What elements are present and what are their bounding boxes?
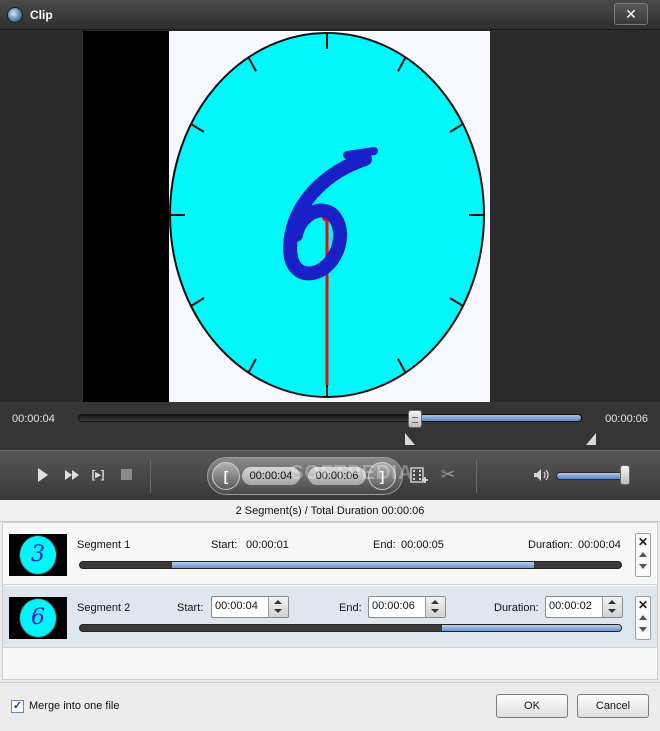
segment-name: Segment 2 (77, 602, 131, 614)
video-preview (83, 31, 490, 402)
new-clip-icon[interactable] (410, 466, 428, 484)
move-down-icon[interactable] (639, 627, 647, 632)
start-marker-handle[interactable] (405, 433, 415, 445)
start-value: 00:00:01 (246, 539, 289, 551)
dialog-footer: ✓ Merge into one file OK Cancel (0, 682, 660, 731)
divider (476, 459, 477, 493)
end-marker-handle[interactable] (586, 433, 596, 445)
segments-summary: 2 Segment(s) / Total Duration 00:00:06 (0, 500, 660, 522)
delete-segment-icon[interactable]: ✕ (636, 599, 650, 611)
timeline-bar: 00:00:04 00:00:06 (0, 402, 660, 450)
start-time-spinner[interactable]: 00:00:04 (211, 596, 289, 618)
seek-thumb[interactable] (408, 410, 422, 428)
move-up-icon[interactable] (639, 615, 647, 620)
window-title: Clip (30, 8, 53, 22)
end-label: End: (339, 602, 362, 614)
video-frame (169, 31, 490, 402)
spinner-arrows[interactable] (425, 597, 445, 617)
cancel-button[interactable]: Cancel (577, 694, 649, 718)
row-tools: ✕ (635, 533, 651, 577)
segment-row[interactable]: 6 Segment 2 Start: 00:00:04 End: 00:00:0… (3, 586, 657, 648)
end-time-spinner[interactable]: 00:00:06 (368, 596, 446, 618)
start-label: Start: (177, 602, 204, 614)
spinner-arrows[interactable] (268, 597, 288, 617)
next-frame-button[interactable]: [▸] (89, 466, 107, 484)
move-up-icon[interactable] (639, 552, 647, 557)
fast-forward-button[interactable] (62, 467, 82, 483)
duration-value: 00:00:04 (578, 539, 621, 551)
playback-controls: [▸] [ 00:00:04 00:00:06 ] SOFTPEDIA ✂ (0, 450, 660, 500)
play-button[interactable] (34, 467, 50, 483)
duration-label: Duration: (528, 539, 573, 551)
merge-checkbox[interactable]: ✓ (11, 700, 24, 713)
duration-spinner[interactable]: 00:00:02 (545, 596, 623, 618)
segment-name: Segment 1 (77, 539, 131, 551)
scissors-icon[interactable]: ✂ (437, 465, 459, 485)
selected-range-fill (417, 415, 581, 421)
segment-thumbnail: 3 (9, 534, 67, 576)
duration-label: Duration: (494, 602, 539, 614)
ok-button[interactable]: OK (496, 694, 568, 718)
segment-range-bar (79, 624, 622, 632)
volume-icon[interactable] (533, 467, 549, 483)
close-window-button[interactable]: ✕ (614, 3, 648, 25)
segments-panel: 2 Segment(s) / Total Duration 00:00:06 3… (0, 500, 660, 731)
title-bar: Clip ✕ (0, 0, 660, 30)
segment-thumbnail: 6 (9, 597, 67, 639)
volume-thumb[interactable] (620, 465, 630, 485)
end-label: End: (373, 539, 396, 551)
seek-track[interactable] (78, 414, 582, 422)
current-time: 00:00:04 (12, 413, 55, 425)
delete-segment-icon[interactable]: ✕ (636, 536, 650, 548)
clock-frame-graphic (169, 32, 485, 398)
merge-label[interactable]: Merge into one file (29, 700, 120, 712)
watermark: SOFTPEDIA (290, 462, 414, 484)
volume-slider[interactable] (556, 472, 628, 480)
segment-list: 3 Segment 1 Start: 00:00:01 End: 00:00:0… (2, 522, 658, 680)
app-icon (7, 7, 23, 23)
move-down-icon[interactable] (639, 564, 647, 569)
start-label: Start: (211, 539, 238, 551)
end-value: 00:00:05 (401, 539, 444, 551)
total-time: 00:00:06 (605, 413, 648, 425)
set-start-button[interactable]: [ (212, 462, 240, 490)
divider (150, 459, 151, 493)
spinner-arrows[interactable] (602, 597, 622, 617)
stop-button[interactable] (121, 469, 132, 480)
row-tools: ✕ (635, 596, 651, 640)
segment-row[interactable]: 3 Segment 1 Start: 00:00:01 End: 00:00:0… (3, 523, 657, 585)
segment-range-bar (79, 561, 622, 569)
